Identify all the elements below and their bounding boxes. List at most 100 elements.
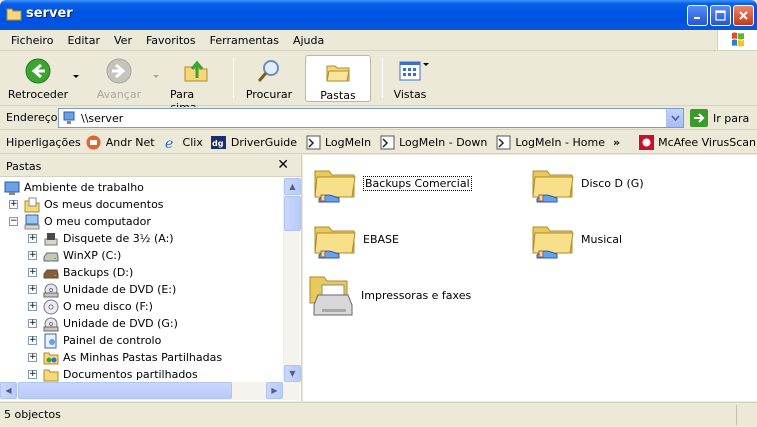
content-item[interactable]: EBASE <box>311 215 399 263</box>
folders-icon <box>325 59 351 85</box>
tree-item-label: As Minhas Pastas Partilhadas <box>63 351 223 364</box>
links-overflow-chevron-icon[interactable]: » <box>613 136 620 149</box>
menu-favorites[interactable]: Favoritos <box>139 31 203 50</box>
explorer-window: server Ficheiro Editar Ver Favoritos Fer… <box>0 0 757 427</box>
internet-explorer-icon: e <box>163 134 179 150</box>
back-dropdown-icon[interactable] <box>73 75 79 78</box>
standard-toolbar: Retroceder Avançar Para cima Procurar <box>0 52 757 114</box>
tree-item[interactable]: + As Minhas Pastas Partilhadas <box>28 349 222 366</box>
folder-icon <box>43 367 59 383</box>
go-button[interactable]: Ir para <box>690 109 749 127</box>
link-andr-net[interactable]: Andr Net <box>86 134 155 150</box>
scroll-thumb[interactable] <box>284 196 301 231</box>
floppy-icon <box>43 231 59 247</box>
maximize-icon <box>715 10 726 21</box>
content-item[interactable]: Musical <box>529 215 622 263</box>
expand-icon[interactable]: + <box>28 319 37 328</box>
expand-icon[interactable]: + <box>28 268 37 277</box>
tree-item[interactable]: + Painel de controlo <box>28 332 161 349</box>
tree-horizontal-scrollbar[interactable]: ◀ ▶ <box>0 382 300 400</box>
window-title: server <box>26 6 73 21</box>
my-computer-icon <box>24 214 40 230</box>
menu-view[interactable]: Ver <box>107 31 139 50</box>
scroll-up-icon[interactable]: ▲ <box>284 178 301 195</box>
link-label: LogMeIn - Down <box>399 135 488 149</box>
cd-icon <box>43 299 59 315</box>
title-bar[interactable]: server <box>0 0 757 30</box>
expand-icon[interactable]: + <box>28 302 37 311</box>
dvd-drive-icon <box>43 316 59 332</box>
tree-item[interactable]: + Os meus documentos <box>9 196 164 213</box>
content-item[interactable]: Disco D (G) <box>529 159 644 207</box>
address-dropdown-button[interactable] <box>666 109 683 127</box>
tree-item[interactable]: Ambiente de trabalho <box>4 179 144 196</box>
close-icon <box>739 11 748 20</box>
andr-net-icon <box>86 134 102 150</box>
address-value: \\server <box>81 112 124 125</box>
scroll-down-icon[interactable]: ▼ <box>284 365 301 382</box>
content-item[interactable]: Backups Comercial <box>311 159 472 207</box>
address-input[interactable]: \\server <box>58 108 684 128</box>
tree-item-label: Documentos partilhados <box>63 368 198 381</box>
tree-item[interactable]: − O meu computador <box>9 213 151 230</box>
tree-item-label: Ambiente de trabalho <box>24 181 144 194</box>
tree-item[interactable]: + WinXP (C:) <box>28 247 121 264</box>
folders-button[interactable]: Pastas <box>305 55 371 102</box>
minimize-button[interactable] <box>687 5 708 26</box>
menu-help[interactable]: Ajuda <box>286 31 331 50</box>
link-logmein-down[interactable]: LogMeIn - Down <box>379 134 487 150</box>
toolbar-separator <box>382 58 383 98</box>
forward-button[interactable]: Avançar <box>92 55 146 102</box>
expand-icon[interactable]: + <box>28 234 37 243</box>
desktop-icon <box>4 180 20 196</box>
my-documents-icon <box>24 197 40 213</box>
item-label: Disco D (G) <box>581 176 644 190</box>
tree-item[interactable]: + Disquete de 3½ (A:) <box>28 230 174 247</box>
views-label: Vistas <box>393 88 427 101</box>
item-label: EBASE <box>363 232 399 246</box>
tree-item[interactable]: + Backups (D:) <box>28 264 133 281</box>
close-pane-icon[interactable]: ✕ <box>277 157 289 173</box>
scroll-right-icon[interactable]: ▶ <box>266 382 283 399</box>
tree-item[interactable]: + O meu disco (F:) <box>28 298 153 315</box>
views-dropdown-icon[interactable] <box>423 63 429 66</box>
tree-item[interactable]: + Documentos partilhados <box>28 366 198 382</box>
expand-icon[interactable]: + <box>9 200 18 209</box>
address-bar: Endereço \\server Ir para <box>0 107 757 130</box>
up-button[interactable]: Para cima <box>170 55 222 114</box>
back-button[interactable]: Retroceder <box>6 55 70 102</box>
expand-icon[interactable]: + <box>28 285 37 294</box>
link-logmein-home[interactable]: LogMeIn - Home <box>495 134 605 150</box>
expand-icon[interactable]: + <box>28 353 37 362</box>
folder-up-icon <box>183 58 209 84</box>
link-clix[interactable]: e Clix <box>163 134 203 150</box>
expand-icon[interactable]: + <box>28 370 37 379</box>
menu-file[interactable]: Ficheiro <box>4 31 60 50</box>
menu-edit[interactable]: Editar <box>60 31 107 50</box>
scroll-left-icon[interactable]: ◀ <box>0 382 17 399</box>
content-item[interactable]: Impressoras e faxes <box>307 271 471 319</box>
expand-icon[interactable]: + <box>28 251 37 260</box>
forward-dropdown-icon[interactable] <box>153 75 159 78</box>
forward-arrow-icon <box>106 58 132 84</box>
tree-vertical-scrollbar[interactable]: ▲ ▼ <box>283 178 301 382</box>
go-arrow-icon <box>690 109 708 127</box>
search-button[interactable]: Procurar <box>245 55 293 102</box>
menu-tools[interactable]: Ferramentas <box>203 31 286 50</box>
scroll-thumb[interactable] <box>18 382 232 399</box>
shared-folder-icon <box>314 170 356 203</box>
link-logmein[interactable]: LogMeIn <box>305 134 371 150</box>
close-button[interactable] <box>733 5 754 26</box>
expand-icon[interactable]: + <box>28 336 37 345</box>
collapse-icon[interactable]: − <box>9 217 18 226</box>
hard-drive-icon <box>43 265 59 281</box>
svg-text:e: e <box>165 136 173 150</box>
item-label: Impressoras e faxes <box>361 288 472 302</box>
link-driverguide[interactable]: dg DriverGuide <box>211 134 297 150</box>
mcafee-icon <box>638 134 654 150</box>
tree-item[interactable]: + Unidade de DVD (G:) <box>28 315 178 332</box>
tree-item[interactable]: + Unidade de DVD (E:) <box>28 281 176 298</box>
link-mcafee[interactable]: McAfee VirusScan <box>638 134 756 150</box>
folder-tree[interactable]: Ambiente de trabalho + Os meus documento… <box>0 178 283 382</box>
maximize-button[interactable] <box>710 5 731 26</box>
